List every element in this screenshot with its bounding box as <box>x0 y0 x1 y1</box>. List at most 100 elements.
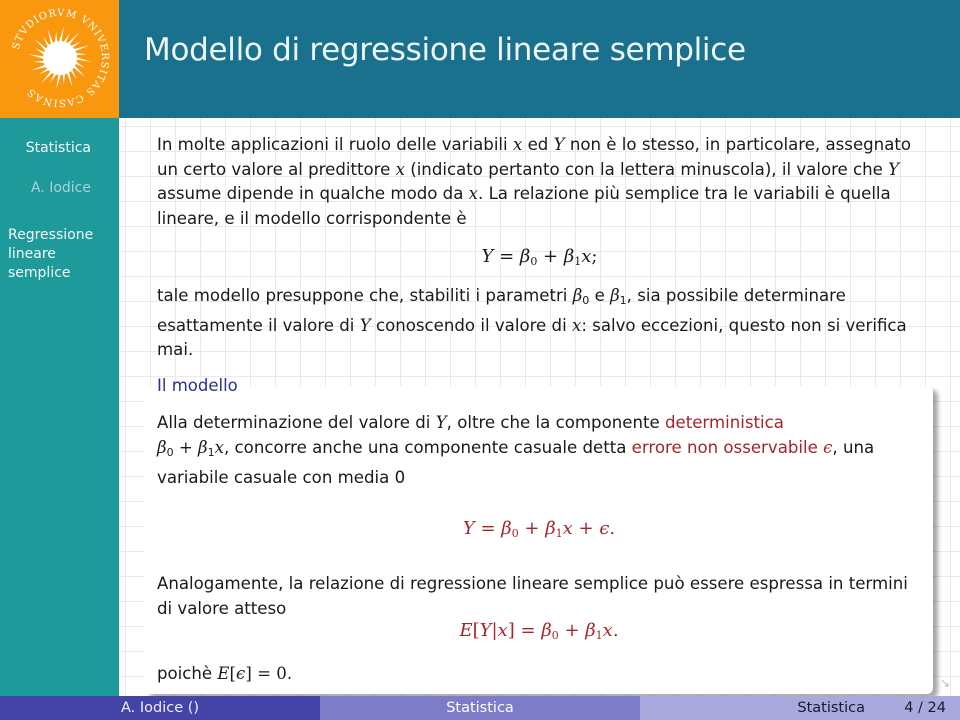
footer: A. Iodice () Statistica Statistica 4 / 2… <box>0 696 960 720</box>
math-Y: Y <box>359 315 371 335</box>
highlight-deterministica: deterministica <box>664 413 784 432</box>
math-Y: Y <box>462 518 475 539</box>
math-epsilon: ϵ <box>599 518 610 539</box>
sun-ray <box>54 31 58 44</box>
sun-ray <box>56 72 62 90</box>
math-x: x <box>497 620 508 641</box>
subscript: 1 <box>595 629 603 642</box>
subscript: 1 <box>555 527 563 540</box>
slide-body: In molte applicazioni il ruolo delle var… <box>119 118 960 696</box>
math-Y: Y <box>479 620 492 641</box>
math-bracket: [ <box>472 620 480 641</box>
math-beta: β <box>545 518 556 539</box>
math-Y: Y <box>553 135 565 154</box>
after-paragraph: tale modello presuppone che, stabiliti i… <box>157 284 927 363</box>
math-beta: β <box>541 620 552 641</box>
sun-ray <box>38 67 51 75</box>
slide-header: Modello di regressione lineare semplice <box>119 0 960 118</box>
sun-ray <box>69 67 77 80</box>
math-period: . <box>612 620 619 641</box>
math-Y: Y <box>435 413 447 432</box>
math-beta: β <box>157 438 167 457</box>
subscript: 0 <box>551 629 559 642</box>
text: tale modello presuppone che, stabiliti i… <box>157 286 573 305</box>
math-eq-zero: ] = 0. <box>245 664 293 683</box>
sun-ray <box>74 56 92 62</box>
math-plus: + <box>572 518 600 539</box>
sun-ray <box>72 45 90 52</box>
text: assume dipende in qualche modo da <box>157 184 469 203</box>
block-paragraph-2: Analogamente, la relazione di regression… <box>157 574 908 618</box>
footer-right: Statistica 4 / 24 <box>640 696 960 720</box>
math-x: x <box>571 315 582 335</box>
math-Y: Y <box>888 159 900 179</box>
equation-stochastic-model: Y = β0 + β1x + ϵ. <box>145 518 933 540</box>
text: conoscendo il valore di <box>370 315 572 335</box>
slide-title: Modello di regressione lineare semplice <box>144 32 746 68</box>
sun-ray <box>30 64 48 71</box>
subscript: 0 <box>166 446 174 459</box>
sun-ray <box>33 60 46 64</box>
footer-course: Statistica <box>797 700 865 716</box>
equation-deterministic-model: Y = β0 + β1x; <box>481 246 598 268</box>
sun-ray <box>69 41 82 49</box>
text: e <box>589 286 611 305</box>
sidebar-section[interactable]: Regressione lineare semplice <box>8 226 113 283</box>
block-title: Il modello <box>157 376 238 395</box>
math-x: x <box>468 184 479 203</box>
math-eq: = <box>514 620 542 641</box>
equation-expected-value: E[Y|x] = β0 + β1x. <box>145 620 933 642</box>
math-beta: β <box>501 518 512 539</box>
subscript: 0 <box>511 527 519 540</box>
sidebar-course[interactable]: Statistica <box>26 140 91 156</box>
math-epsilon: ϵ <box>236 664 246 683</box>
sun-ray <box>66 70 73 88</box>
university-logo: STVDIORVM VNIVERSITAS CASINAS <box>0 0 119 118</box>
sun-ray <box>43 36 51 49</box>
text: ed <box>522 135 554 154</box>
math-x: x <box>214 438 224 457</box>
sun-ray <box>58 26 64 44</box>
math-beta: β <box>198 438 208 457</box>
sidebar: Statistica A. Iodice Regressione lineare… <box>0 118 119 696</box>
intro-paragraph: In molte applicazioni il ruolo delle var… <box>157 133 927 231</box>
block-paragraph-1: Alla determinazione del valore di Y, olt… <box>157 410 927 490</box>
math-x: x <box>562 518 573 539</box>
math-x: x <box>602 620 613 641</box>
sun-ray <box>47 28 54 46</box>
math-x: x <box>512 135 523 154</box>
subscript: 1 <box>619 294 627 307</box>
math-x: x <box>395 159 405 179</box>
sun-ray <box>28 54 46 60</box>
model-block: Alla determinazione del valore di Y, olt… <box>145 386 933 694</box>
math-beta: β <box>585 620 596 641</box>
math-plus: + <box>558 620 586 641</box>
math-beta: β <box>610 286 620 305</box>
math-bracket: ] <box>507 620 515 641</box>
text: , concorre anche una componente casuale … <box>224 438 632 457</box>
university-sun-seal-icon: STVDIORVM VNIVERSITAS CASINAS <box>11 8 109 108</box>
text: , oltre che la componente <box>446 413 665 432</box>
sidebar-author[interactable]: A. Iodice <box>31 180 91 196</box>
sun-ray <box>74 52 87 56</box>
text: Alla determinazione del valore di <box>157 413 436 432</box>
text: (indicato pertanto con la lettera minusc… <box>404 159 889 179</box>
subscript: 1 <box>207 446 215 459</box>
math-plus: + <box>173 438 199 457</box>
block-paragraph-3: poichè E[ϵ] = 0. <box>157 661 927 686</box>
navigation-arrow-icon[interactable]: ↘ <box>940 676 950 690</box>
highlight-errore: errore non osservabile <box>631 438 824 457</box>
text: poichè <box>157 664 218 683</box>
footer-author: A. Iodice () <box>0 696 320 720</box>
sun-ray <box>62 72 66 85</box>
math-epsilon: ϵ <box>823 438 833 457</box>
math-E: E <box>217 664 230 683</box>
page-counter: 4 / 24 <box>904 700 946 716</box>
math-E: E <box>459 620 473 641</box>
math-plus: + <box>518 518 546 539</box>
math-eq: = <box>474 518 502 539</box>
text: In molte applicazioni il ruolo delle var… <box>157 135 513 154</box>
math-period: . <box>609 518 616 539</box>
math-beta: β <box>572 286 583 305</box>
footer-title: Statistica <box>320 696 640 720</box>
